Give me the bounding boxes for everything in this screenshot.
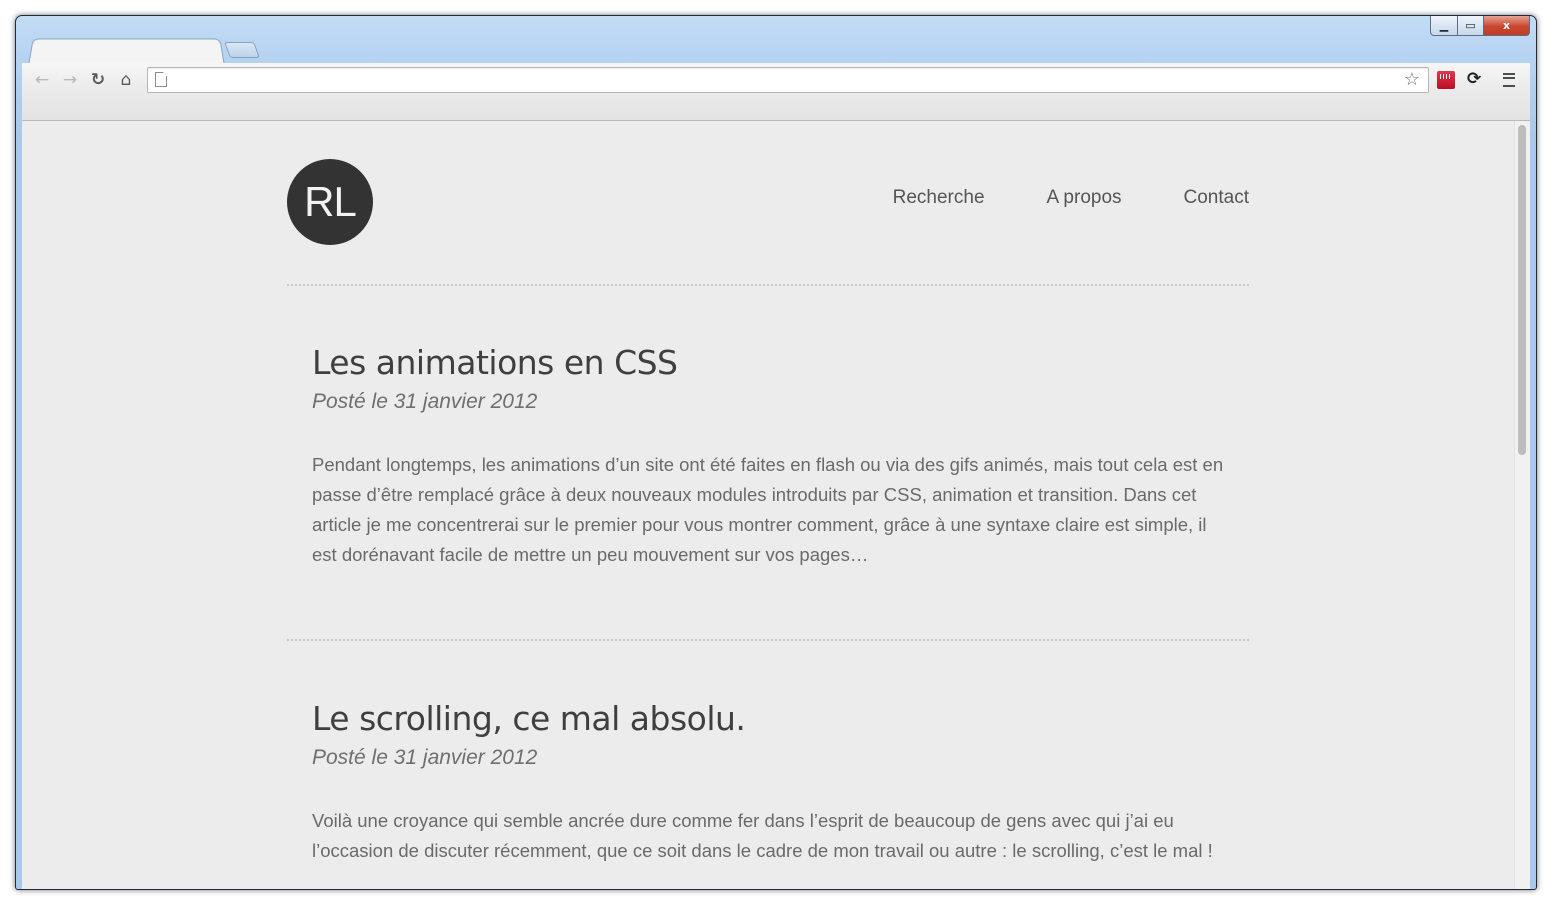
page-icon [155,72,167,87]
vertical-scrollbar[interactable] [1514,121,1530,889]
main-nav: Recherche A propos Contact [831,187,1249,209]
header-divider [287,284,1249,286]
close-button[interactable]: x [1484,16,1530,36]
address-bar[interactable]: ☆ [147,67,1429,93]
post-article: Les animations en CSS Posté le 31 janvie… [312,343,1227,589]
reload-icon[interactable]: ↻ [86,68,110,92]
forward-icon[interactable]: → [58,68,82,92]
maximize-button[interactable]: ▭ [1458,16,1484,36]
home-icon[interactable]: ⌂ [114,68,138,92]
nav-item-contact[interactable]: Contact [1184,187,1249,209]
post-excerpt: Voilà une croyance qui semble ancrée dur… [312,810,1213,861]
scrollbar-thumb[interactable] [1518,125,1526,455]
post-date: Posté le 31 janvier 2012 [312,390,538,413]
minimize-button[interactable]: ▁ [1430,16,1458,36]
page-viewport: RL Recherche A propos Contact Les animat… [22,121,1530,889]
menu-icon[interactable] [1503,73,1515,87]
post-article: Le scrolling, ce mal absolu. Posté le 31… [312,699,1227,885]
star-icon[interactable]: ☆ [1404,69,1420,90]
new-tab-button[interactable] [224,42,260,58]
site-logo[interactable]: RL [287,159,373,245]
post-title[interactable]: Le scrolling, ce mal absolu. [312,699,1227,738]
post-excerpt: Pendant longtemps, les animations d’un s… [312,454,1224,565]
tab-active[interactable] [28,38,225,66]
post-title[interactable]: Les animations en CSS [312,343,1227,382]
browser-toolbar: ← → ↻ ⌂ ☆ ⟳ [22,63,1530,121]
post-date: Posté le 31 janvier 2012 [312,746,538,769]
extension-sync-icon[interactable]: ⟳ [1467,69,1481,89]
nav-item-a-propos[interactable]: A propos [1047,187,1122,209]
post-divider [287,639,1249,641]
nav-item-recherche[interactable]: Recherche [893,187,985,209]
back-icon[interactable]: ← [30,68,54,92]
browser-window: ▁ ▭ x ← → ↻ ⌂ ☆ ⟳ RL Recherche A propos … [15,15,1537,890]
window-controls: ▁ ▭ x [1430,16,1530,36]
extension-red-icon[interactable] [1437,71,1455,89]
